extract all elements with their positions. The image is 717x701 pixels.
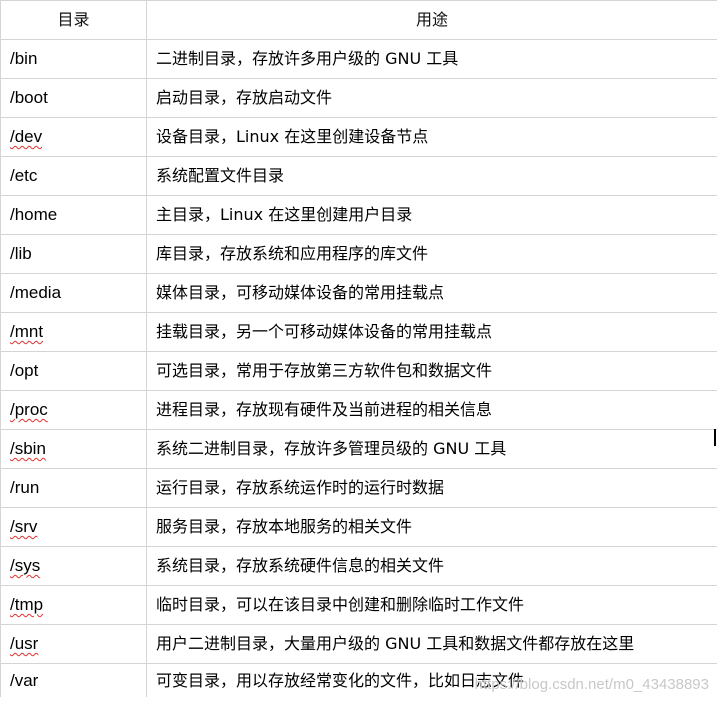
directory-path: /media: [10, 283, 62, 302]
table-row: /bin 二进制目录，存放许多用户级的 GNU 工具: [0, 39, 717, 79]
directory-path: /lib: [10, 244, 32, 263]
directory-purpose: 服务目录，存放本地服务的相关文件: [156, 517, 413, 536]
table-row: /usr 用户二进制目录，大量用户级的 GNU 工具和数据文件都存放在这里: [0, 624, 717, 664]
table-row: /opt 可选目录，常用于存放第三方软件包和数据文件: [0, 351, 717, 391]
table-row: /etc 系统配置文件目录: [0, 156, 717, 196]
directory-purpose-cell: 系统配置文件目录: [146, 156, 717, 196]
header-directory: 目录: [0, 0, 147, 40]
table-body: /bin 二进制目录，存放许多用户级的 GNU 工具/boot 启动目录，存放启动文…: [0, 39, 717, 697]
table-row: /run 运行目录，存放系统运作时的运行时数据: [0, 468, 717, 508]
directory-purpose: 设备目录，Linux 在这里创建设备节点: [156, 127, 429, 146]
table-row: /home 主目录，Linux 在这里创建用户目录: [0, 195, 717, 235]
directory-path-cell: /srv: [0, 507, 147, 547]
directory-purpose-cell: 可选目录，常用于存放第三方软件包和数据文件: [146, 351, 717, 391]
directory-purpose-cell: 挂载目录，另一个可移动媒体设备的常用挂载点: [146, 312, 717, 352]
directory-path: /boot: [10, 88, 48, 107]
directory-path: /dev: [10, 127, 43, 146]
text-cursor: [714, 429, 716, 446]
table-row: /dev 设备目录，Linux 在这里创建设备节点: [0, 117, 717, 157]
header-purpose: 用途: [146, 0, 717, 40]
directory-path: /usr: [10, 634, 39, 653]
directory-purpose: 进程目录，存放现有硬件及当前进程的相关信息: [156, 400, 493, 419]
directory-purpose: 挂载目录，另一个可移动媒体设备的常用挂载点: [156, 322, 493, 341]
directory-path-cell: /sbin: [0, 429, 147, 469]
directory-path-cell: /lib: [0, 234, 147, 274]
directory-path-cell: /opt: [0, 351, 147, 391]
directory-path: /sbin: [10, 439, 46, 458]
directory-purpose-cell: 服务目录，存放本地服务的相关文件: [146, 507, 717, 547]
header-row: 目录 用途: [0, 0, 717, 40]
directory-purpose-cell: 系统目录，存放系统硬件信息的相关文件: [146, 546, 717, 586]
directory-path-cell: /etc: [0, 156, 147, 196]
directory-path: /sys: [10, 556, 41, 575]
directory-purpose: 库目录，存放系统和应用程序的库文件: [156, 244, 429, 263]
directory-purpose: 运行目录，存放系统运作时的运行时数据: [156, 478, 445, 497]
directory-purpose: 系统二进制目录，存放许多管理员级的 GNU 工具: [156, 439, 507, 458]
directory-purpose-cell: 运行目录，存放系统运作时的运行时数据: [146, 468, 717, 508]
directory-path-cell: /boot: [0, 78, 147, 118]
directory-path-cell: /home: [0, 195, 147, 235]
directory-purpose: 可选目录，常用于存放第三方软件包和数据文件: [156, 361, 493, 380]
directory-path-cell: /bin: [0, 39, 147, 79]
directory-path: /etc: [10, 166, 38, 185]
directory-path-cell: /mnt: [0, 312, 147, 352]
directory-purpose: 临时目录，可以在该目录中创建和删除临时工作文件: [156, 595, 525, 614]
table-header: 目录 用途: [0, 0, 717, 40]
directory-path-cell: /usr: [0, 624, 147, 664]
directory-path-cell: /tmp: [0, 585, 147, 625]
directory-path: /run: [10, 478, 40, 497]
directory-path-cell: /var: [0, 663, 147, 697]
directory-purpose-cell: 主目录，Linux 在这里创建用户目录: [146, 195, 717, 235]
table-row: /tmp 临时目录，可以在该目录中创建和删除临时工作文件: [0, 585, 717, 625]
directory-purpose: 媒体目录，可移动媒体设备的常用挂载点: [156, 283, 445, 302]
directory-purpose: 系统配置文件目录: [156, 166, 285, 185]
directory-path: /proc: [10, 400, 48, 419]
table-row: /srv 服务目录，存放本地服务的相关文件: [0, 507, 717, 547]
directory-path-cell: /media: [0, 273, 147, 313]
directory-purpose: 系统目录，存放系统硬件信息的相关文件: [156, 556, 445, 575]
directory-path-cell: /sys: [0, 546, 147, 586]
directory-purpose-cell: 可变目录，用以存放经常变化的文件，比如日志文件: [146, 663, 717, 697]
directory-path: /srv: [10, 517, 38, 536]
table-row: /sbin 系统二进制目录，存放许多管理员级的 GNU 工具: [0, 429, 717, 469]
directory-path-cell: /run: [0, 468, 147, 508]
table-row: /lib 库目录，存放系统和应用程序的库文件: [0, 234, 717, 274]
table-row: /boot 启动目录，存放启动文件: [0, 78, 717, 118]
directory-purpose-cell: 库目录，存放系统和应用程序的库文件: [146, 234, 717, 274]
directory-purpose-cell: 启动目录，存放启动文件: [146, 78, 717, 118]
directory-purpose: 可变目录，用以存放经常变化的文件，比如日志文件: [156, 670, 525, 690]
table-row: /media 媒体目录，可移动媒体设备的常用挂载点: [0, 273, 717, 313]
table-row: /proc 进程目录，存放现有硬件及当前进程的相关信息: [0, 390, 717, 430]
directory-table: 目录 用途 /bin 二进制目录，存放许多用户级的 GNU 工具/boot 启动目录…: [0, 0, 717, 697]
directory-purpose-cell: 媒体目录，可移动媒体设备的常用挂载点: [146, 273, 717, 313]
directory-purpose-cell: 进程目录，存放现有硬件及当前进程的相关信息: [146, 390, 717, 430]
directory-purpose: 主目录，Linux 在这里创建用户目录: [156, 205, 413, 224]
directory-purpose-cell: 设备目录，Linux 在这里创建设备节点: [146, 117, 717, 157]
directory-path: /tmp: [10, 595, 44, 614]
directory-purpose-cell: 用户二进制目录，大量用户级的 GNU 工具和数据文件都存放在这里: [146, 624, 717, 664]
directory-path: /mnt: [10, 322, 44, 341]
directory-purpose: 用户二进制目录，大量用户级的 GNU 工具和数据文件都存放在这里: [156, 634, 635, 653]
directory-purpose: 二进制目录，存放许多用户级的 GNU 工具: [156, 49, 459, 68]
directory-purpose-cell: 系统二进制目录，存放许多管理员级的 GNU 工具: [146, 429, 717, 469]
directory-path: /home: [10, 205, 58, 224]
directory-path: /var: [10, 670, 39, 690]
directory-purpose-cell: 临时目录，可以在该目录中创建和删除临时工作文件: [146, 585, 717, 625]
directory-path: /bin: [10, 49, 38, 68]
table-row: /mnt 挂载目录，另一个可移动媒体设备的常用挂载点: [0, 312, 717, 352]
table-row: /var 可变目录，用以存放经常变化的文件，比如日志文件: [0, 663, 717, 697]
directory-purpose: 启动目录，存放启动文件: [156, 88, 333, 107]
table-row: /sys 系统目录，存放系统硬件信息的相关文件: [0, 546, 717, 586]
directory-purpose-cell: 二进制目录，存放许多用户级的 GNU 工具: [146, 39, 717, 79]
directory-table-container: 目录 用途 /bin 二进制目录，存放许多用户级的 GNU 工具/boot 启动目录…: [0, 0, 717, 701]
directory-path: /opt: [10, 361, 39, 380]
directory-path-cell: /dev: [0, 117, 147, 157]
directory-path-cell: /proc: [0, 390, 147, 430]
